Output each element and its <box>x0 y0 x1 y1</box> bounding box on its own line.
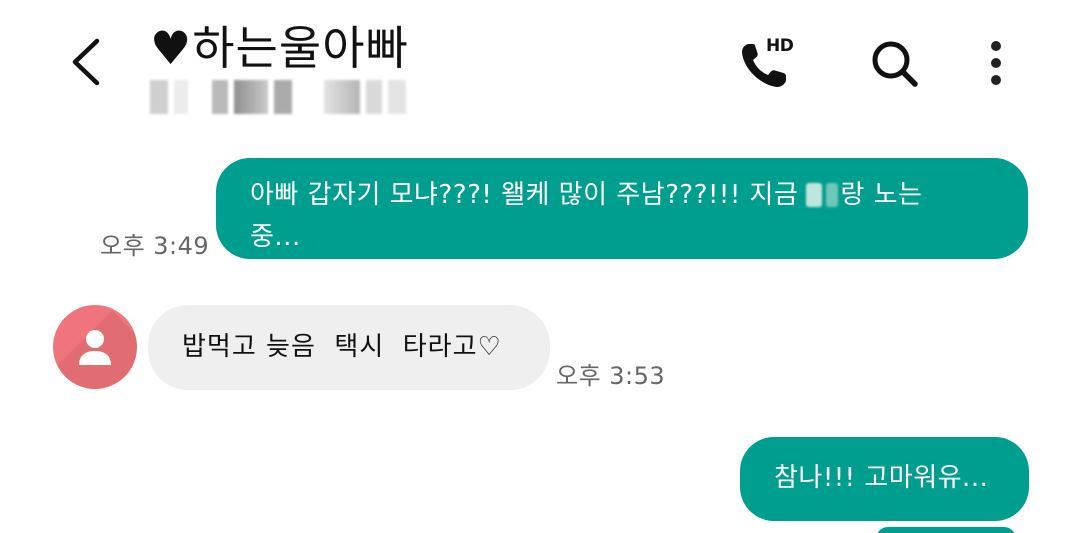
more-dot-icon <box>991 41 1001 51</box>
message-text: 랑 노는 <box>840 180 923 210</box>
redacted-block <box>174 80 188 114</box>
next-message-bubble-partial <box>876 527 1016 533</box>
message-text: 참나!!! 고마워유... <box>774 463 989 493</box>
chevron-left-icon <box>72 38 100 86</box>
chat-title: ♥하는울아빠 <box>150 21 409 75</box>
hd-voice-call-button[interactable]: HD <box>736 34 800 90</box>
incoming-message-bubble[interactable]: 밥먹고 늦음 택시 타라고♡ <box>148 305 550 390</box>
back-button[interactable] <box>58 32 114 92</box>
message-text: 중... <box>250 222 301 252</box>
message-text: 아빠 갑자기 모냐???! 왤케 많이 주남???!!! 지금 <box>250 180 799 210</box>
avatar[interactable] <box>53 305 137 389</box>
redacted-block <box>150 80 168 114</box>
message-timestamp: 오후 3:53 <box>556 362 666 390</box>
redacted-text <box>806 183 823 207</box>
more-dot-icon <box>991 75 1001 85</box>
chat-screen: ♥하는울아빠 HD 오후 3:49 아빠 갑자기 모냐???! 왤케 많이 주남… <box>0 0 1080 533</box>
message-timestamp: 오후 3:49 <box>100 232 210 260</box>
message-line: 아빠 갑자기 모냐???! 왤케 많이 주남???!!! 지금 랑 노는 <box>250 174 992 216</box>
contact-subtitle-redacted <box>150 80 406 114</box>
redacted-block <box>324 80 360 114</box>
redacted-block <box>212 80 228 114</box>
redacted-block <box>274 80 292 114</box>
redacted-text <box>826 183 839 207</box>
redacted-block <box>366 80 382 114</box>
search-icon <box>872 41 918 87</box>
person-icon <box>79 330 111 365</box>
outgoing-message-bubble[interactable]: 참나!!! 고마워유... <box>740 437 1029 521</box>
outgoing-message-bubble[interactable]: 아빠 갑자기 모냐???! 왤케 많이 주남???!!! 지금 랑 노는 중... <box>216 158 1028 259</box>
more-dot-icon <box>991 58 1001 68</box>
search-button[interactable] <box>866 36 924 92</box>
more-options-button[interactable] <box>976 36 1016 90</box>
redacted-block <box>234 80 268 114</box>
message-text: 밥먹고 늦음 택시 타라고♡ <box>182 332 502 362</box>
redacted-block <box>388 80 406 114</box>
hd-badge: HD <box>766 36 794 56</box>
